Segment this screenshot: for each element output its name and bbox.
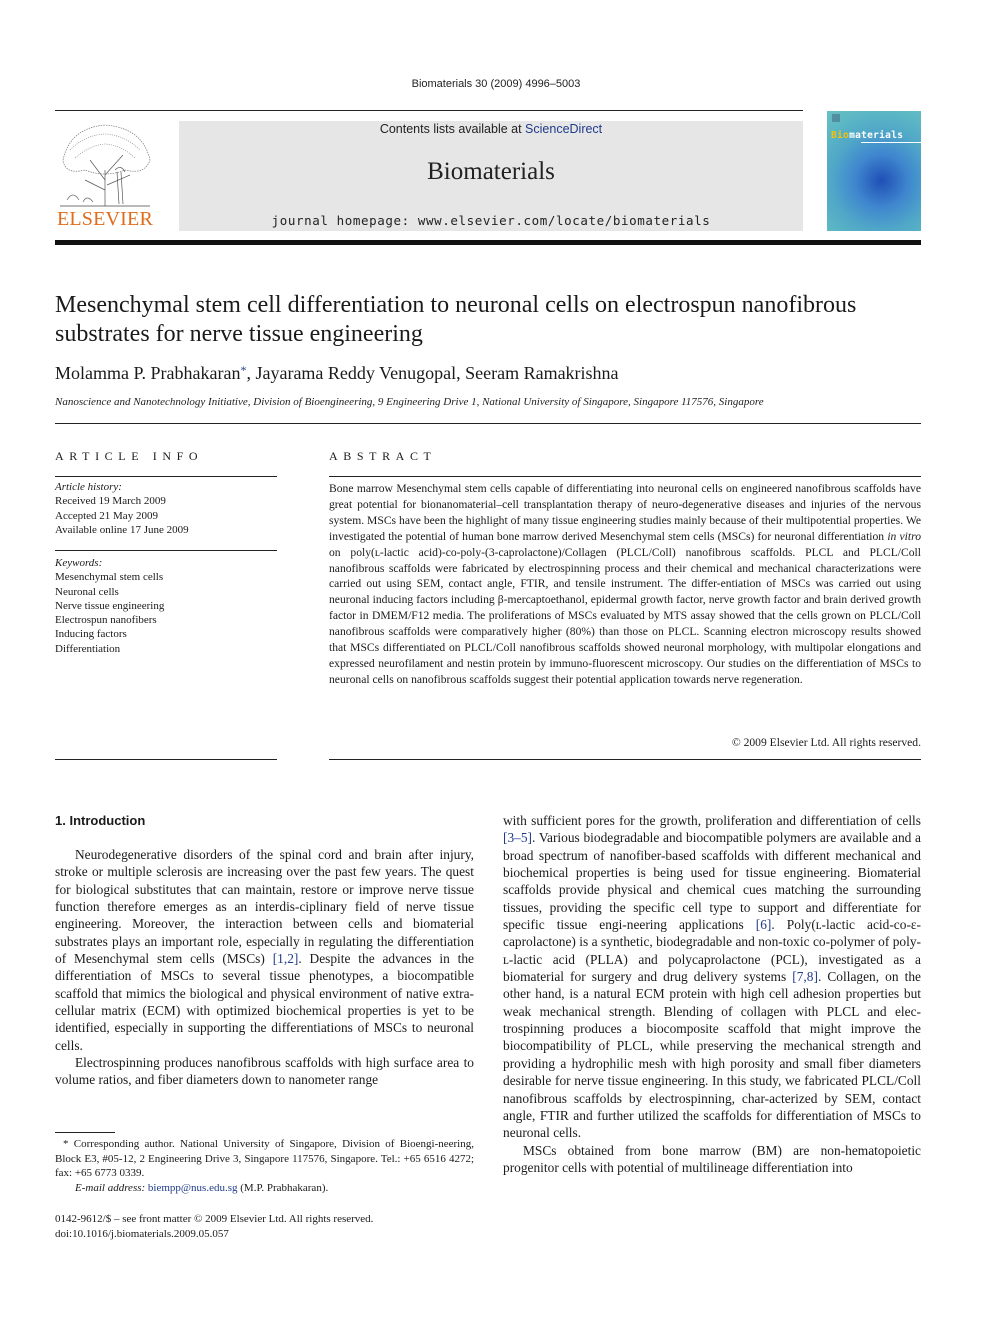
footnote-rule (55, 1132, 115, 1133)
paragraph: Electrospinning produces nanofibrous sca… (55, 1055, 474, 1088)
keywords-label: Keywords: (55, 557, 103, 569)
footnote-text-block: * Corresponding author. National Univers… (55, 1137, 474, 1181)
journal-cover-thumbnail[interactable]: Biomaterials (827, 111, 921, 231)
paragraph-text: Neurodegenerative disorders of the spina… (55, 847, 474, 967)
elsevier-wordmark[interactable]: ELSEVIER (55, 208, 155, 231)
paragraph: MSCs obtained from bone marrow (BM) are … (503, 1142, 921, 1175)
keyword-item: Mesenchymal stem cells (55, 571, 164, 584)
journal-masthead: Contents lists available at ScienceDirec… (179, 121, 803, 231)
keyword-item: Inducing factors (55, 628, 127, 641)
doi-line[interactable]: doi:10.1016/j.biomaterials.2009.05.057 (55, 1227, 373, 1242)
cover-title-rest: materials (849, 130, 904, 141)
body-column-right: with sufficient pores for the growth, pr… (503, 812, 921, 1176)
footnote-text: Corresponding author. National Universit… (55, 1138, 474, 1180)
footnote-email-line: E-mail address: biempp@nus.edu.sg (M.P. … (55, 1181, 474, 1196)
paragraph-text: with sufficient pores for the growth, pr… (503, 813, 921, 828)
reference-link[interactable]: [7,8] (792, 969, 818, 984)
abstract-body: Bone marrow Mesenchymal stem cells capab… (329, 481, 921, 688)
keyword-item: Nerve tissue engineering (55, 599, 165, 612)
email-label: E-mail address: (75, 1181, 148, 1194)
issn-line: 0142-9612/$ – see front matter © 2009 El… (55, 1213, 374, 1225)
abstract-heading: ABSTRACT (329, 449, 437, 463)
cover-title: Biomaterials (831, 130, 903, 141)
reference-link[interactable]: [6] (756, 917, 772, 932)
article-history: Article history: Received 19 March 2009 … (55, 480, 189, 537)
section-heading-introduction: 1. Introduction (55, 813, 146, 828)
author-list: Molamma P. Prabhakaran*, Jayarama Reddy … (55, 363, 619, 384)
paragraph-text: . Despite the advances in the differenti… (55, 951, 474, 1053)
paragraph: Neurodegenerative disorders of the spina… (55, 846, 474, 1054)
history-online: Available online 17 June 2009 (55, 523, 189, 536)
contents-availability: Contents lists available at ScienceDirec… (179, 121, 803, 137)
article-info-bottom-rule (55, 759, 277, 760)
abstract-italic: in vitro (887, 529, 921, 543)
journal-name: Biomaterials (427, 158, 555, 185)
abstract-rule (329, 476, 921, 477)
journal-citation: Biomaterials 30 (2009) 4996–5003 (411, 78, 581, 90)
reference-link[interactable]: [3–5] (503, 830, 532, 845)
paragraph: with sufficient pores for the growth, pr… (503, 812, 921, 1142)
bottom-metadata: 0142-9612/$ – see front matter © 2009 El… (55, 1212, 373, 1242)
author-separator: , (456, 363, 466, 383)
cover-title-bio: Bio (831, 130, 850, 141)
cover-rule (861, 142, 921, 143)
header-rule (55, 110, 803, 111)
body-column-left: Neurodegenerative disorders of the spina… (55, 846, 474, 1089)
masthead-thick-rule (55, 240, 921, 245)
article-title: Mesenchymal stem cell differentiation to… (55, 292, 857, 347)
email-link[interactable]: biempp@nus.edu.sg (148, 1182, 238, 1194)
keyword-item: Differentiation (55, 642, 121, 655)
email-suffix: (M.P. Prabhakaran). (237, 1181, 329, 1194)
author-name[interactable]: Jayarama Reddy Venugopal (255, 363, 456, 383)
keywords-block: Keywords: Mesenchymal stem cells Neurona… (55, 556, 164, 656)
title-rule (55, 423, 921, 424)
tree-icon (60, 124, 151, 207)
article-history-label: Article history: (55, 481, 122, 493)
article-info-heading: ARTICLE INFO (55, 449, 204, 463)
abstract-bottom-rule (329, 759, 921, 760)
abstract-copyright: © 2009 Elsevier Ltd. All rights reserved… (731, 736, 921, 749)
author-affiliation: Nanoscience and Nanotechnology Initiativ… (55, 396, 764, 408)
author-name[interactable]: Molamma P. Prabhakaran (55, 363, 240, 383)
sciencedirect-link[interactable]: ScienceDirect (525, 122, 602, 136)
reference-link[interactable]: [1,2] (273, 951, 299, 966)
abstract-text: on poly(ʟ-lactic acid)-co-poly-(3-caprol… (329, 545, 921, 686)
journal-homepage-link[interactable]: journal homepage: www.elsevier.com/locat… (179, 213, 803, 228)
keyword-item: Neuronal cells (55, 585, 119, 598)
history-accepted: Accepted 21 May 2009 (55, 509, 158, 522)
paragraph-text: . Collagen, on the other hand, is a natu… (503, 969, 921, 1141)
author-name[interactable]: Seeram Ramakrishna (465, 363, 618, 383)
contents-prefix: Contents lists available at (379, 122, 526, 136)
abstract-text: Bone marrow Mesenchymal stem cells capab… (329, 482, 921, 543)
corresponding-author-footnote: * Corresponding author. National Univers… (55, 1137, 474, 1195)
article-info-rule (55, 476, 277, 477)
history-received: Received 19 March 2009 (55, 495, 166, 508)
keywords-rule (55, 550, 277, 551)
cover-publisher-mark (832, 114, 840, 122)
keyword-item: Electrospun nanofibers (55, 614, 157, 627)
